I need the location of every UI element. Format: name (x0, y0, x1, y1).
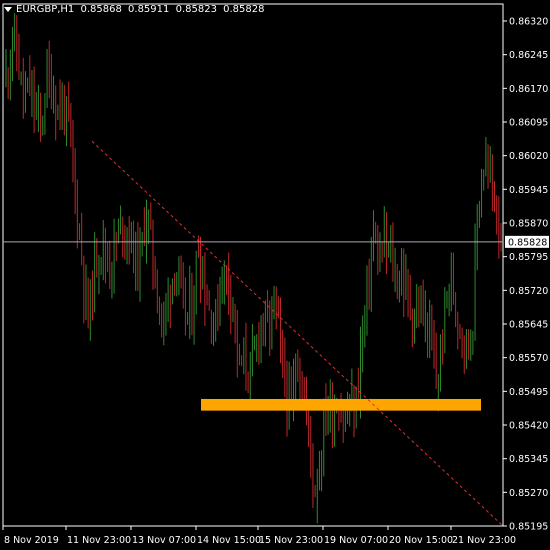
support-zone[interactable] (201, 398, 481, 411)
y-tick-label: 0.86020 (509, 151, 548, 162)
trendline[interactable] (91, 140, 504, 527)
x-tick-label: 15 Nov 23:00 (259, 535, 323, 546)
y-tick-label: 0.86245 (509, 50, 548, 61)
dropdown-arrow-icon[interactable] (4, 6, 12, 12)
y-tick-label: 0.85345 (509, 454, 548, 465)
y-tick-label: 0.85945 (509, 185, 548, 196)
y-tick-label: 0.85570 (509, 353, 548, 364)
x-tick-label: 14 Nov 15:00 (197, 535, 261, 546)
current-price-label: 0.85828 (508, 237, 547, 248)
candles (5, 13, 502, 524)
x-tick-label: 21 Nov 23:00 (452, 535, 516, 546)
y-tick-label: 0.85195 (509, 522, 548, 533)
x-tick-label: 13 Nov 07:00 (132, 535, 196, 546)
y-tick-label: 0.85495 (509, 387, 548, 398)
y-tick-label: 0.85270 (509, 488, 548, 499)
y-tick-label: 0.86170 (509, 84, 548, 95)
open-price: 0.85868 (80, 4, 122, 15)
current-price-tag: 0.85828 (505, 235, 549, 248)
y-tick-label: 0.85645 (509, 320, 548, 331)
y-axis: 0.86320 0.86245 0.86170 0.86095 0.86020 0.859… (503, 17, 548, 533)
x-tick-label: 19 Nov 07:00 (324, 535, 388, 546)
low-price: 0.85823 (175, 4, 217, 15)
y-tick-label: 0.85720 (509, 286, 548, 297)
price-chart[interactable]: 0.86320 0.86245 0.86170 0.86095 0.86020 0.859… (0, 0, 550, 550)
x-axis: 8 Nov 2019 11 Nov 23:00 13 Nov 07:00 14 Nov… (2, 526, 516, 546)
y-tick-label: 0.86095 (509, 118, 548, 129)
y-tick-label: 0.86320 (509, 17, 548, 28)
plot-frame (2, 3, 504, 527)
chart-window[interactable]: 0.86320 0.86245 0.86170 0.86095 0.86020 0.859… (0, 0, 550, 550)
chart-header: EURGBP,H1 0.85868 0.85911 0.85823 0.8582… (4, 3, 267, 17)
close-price: 0.85828 (223, 4, 265, 15)
x-tick-label: 8 Nov 2019 (4, 535, 59, 546)
x-tick-label: 20 Nov 15:00 (389, 535, 453, 546)
y-tick-label: 0.85795 (509, 252, 548, 263)
symbol-timeframe: EURGBP,H1 (16, 4, 75, 15)
high-price: 0.85911 (128, 4, 170, 15)
x-tick-label: 11 Nov 23:00 (67, 535, 131, 546)
y-tick-label: 0.85420 (509, 421, 548, 432)
y-tick-label: 0.85870 (509, 219, 548, 230)
